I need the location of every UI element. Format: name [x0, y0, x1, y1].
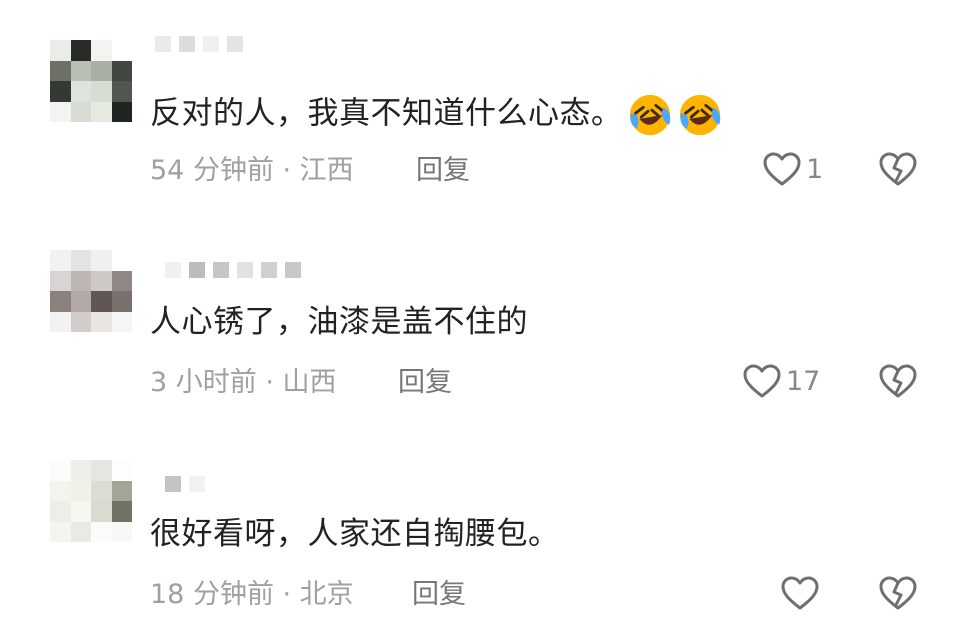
- heart-outline-icon: [781, 576, 819, 610]
- reply-button[interactable]: 回复: [398, 366, 452, 400]
- comment-meta: 18 分钟前 · 北京: [150, 579, 354, 610]
- comment-meta: 3 小时前 · 山西: [150, 367, 337, 398]
- like-button[interactable]: [780, 574, 824, 614]
- broken-heart-icon[interactable]: [878, 574, 918, 614]
- heart-outline-icon: [743, 364, 781, 398]
- like-count: 17: [786, 366, 821, 397]
- reply-button[interactable]: 回复: [412, 578, 466, 612]
- username-blurred[interactable]: [165, 262, 301, 278]
- avatar[interactable]: [50, 460, 132, 542]
- comment-text: 很好看呀，人家还自掏腰包。: [150, 514, 560, 554]
- username-blurred[interactable]: [165, 476, 205, 492]
- avatar[interactable]: [50, 250, 132, 332]
- comment-body: 人心锈了，油漆是盖不住的: [150, 304, 528, 340]
- comment-item: 很好看呀，人家还自掏腰包。 18 分钟前 · 北京 回复: [0, 0, 960, 610]
- like-button[interactable]: 17: [742, 362, 820, 402]
- comment-body: 很好看呀，人家还自掏腰包。: [150, 516, 560, 552]
- broken-heart-icon[interactable]: [878, 362, 918, 402]
- comment-text: 人心锈了，油漆是盖不住的: [150, 302, 528, 342]
